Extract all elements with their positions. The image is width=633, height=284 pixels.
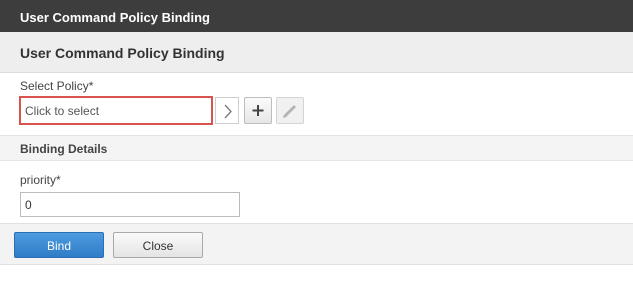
select-policy-placeholder: Click to select — [25, 104, 100, 118]
close-button[interactable]: Close — [113, 232, 203, 258]
binding-details-header: Binding Details — [0, 135, 633, 161]
pencil-icon — [283, 104, 297, 118]
select-policy-chevron-button[interactable] — [215, 97, 239, 124]
chevron-right-icon — [224, 104, 232, 119]
priority-input[interactable]: 0 — [20, 192, 240, 217]
plus-icon — [252, 105, 264, 116]
bind-button[interactable]: Bind — [14, 232, 104, 258]
window-title: User Command Policy Binding — [0, 0, 633, 32]
section-title: User Command Policy Binding — [0, 32, 633, 73]
select-policy-field[interactable]: Click to select — [19, 96, 213, 125]
edit-policy-button[interactable] — [276, 97, 304, 124]
add-policy-button[interactable] — [244, 97, 272, 124]
select-policy-label: Select Policy* — [20, 79, 94, 93]
priority-value: 0 — [25, 198, 32, 212]
priority-label: priority* — [20, 173, 61, 187]
